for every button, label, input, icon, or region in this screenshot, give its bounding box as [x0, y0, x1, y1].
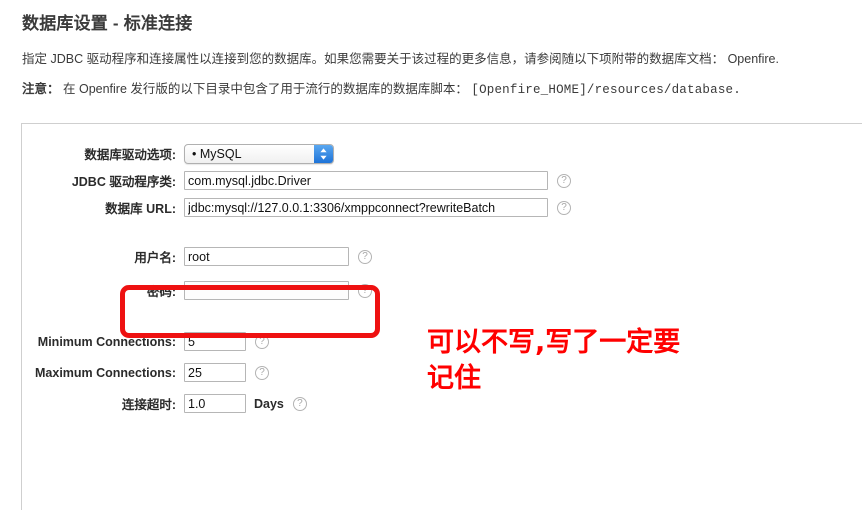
database-url-input[interactable] [184, 198, 548, 217]
row-database-url: 数据库 URL: ? [22, 194, 862, 221]
note-description: 注意： 在 Openfire 发行版的以下目录中包含了用于流行的数据库的数据库脚… [22, 80, 844, 100]
password-input[interactable] [184, 281, 349, 300]
help-icon-driver-class[interactable]: ? [557, 173, 571, 188]
row-max-connections: Maximum Connections: ? [22, 359, 862, 386]
note-label: 注意： [22, 82, 60, 97]
label-min-connections: Minimum Connections: [37, 334, 176, 349]
settings-panel: 数据库驱动选项: • MySQL JDBC 驱动程序类: ? [21, 123, 862, 510]
intro-description: 指定 JDBC 驱动程序和连接属性以连接到您的数据库。如果您需要关于该过程的更多… [22, 52, 779, 67]
page-header: 数据库设置 - 标准连接 指定 JDBC 驱动程序和连接属性以连接到您的数据库。… [0, 0, 862, 100]
help-icon-max-connections[interactable]: ? [255, 365, 269, 380]
row-username: 用户名: ? [22, 243, 862, 270]
row-driver-preset: 数据库驱动选项: • MySQL [22, 140, 862, 167]
row-min-connections: Minimum Connections: ? [22, 328, 862, 355]
help-icon-database-url[interactable]: ? [557, 200, 571, 215]
driver-preset-value: • MySQL [192, 146, 242, 161]
note-text: 在 Openfire 发行版的以下目录中包含了用于流行的数据库的数据库脚本： [63, 82, 468, 97]
help-icon-password[interactable]: ? [358, 283, 372, 298]
driver-class-input[interactable] [184, 171, 548, 190]
chevron-updown-icon[interactable] [314, 144, 333, 163]
driver-preset-select[interactable]: • MySQL [184, 143, 334, 164]
help-icon-min-connections[interactable]: ? [255, 334, 269, 349]
label-password: 密码: [146, 285, 176, 299]
page-title: 数据库设置 - 标准连接 [22, 14, 193, 33]
label-connection-timeout: 连接超时: [121, 398, 176, 412]
label-driver-preset: 数据库驱动选项: [84, 148, 176, 162]
label-max-connections: Maximum Connections: [35, 365, 176, 380]
connection-timeout-unit: Days [254, 396, 284, 411]
min-connections-input[interactable] [184, 332, 246, 351]
help-icon-username[interactable]: ? [358, 249, 372, 264]
username-input[interactable] [184, 247, 349, 266]
label-database-url: 数据库 URL: [105, 202, 176, 216]
connection-timeout-input[interactable] [184, 394, 246, 413]
note-path: [Openfire_HOME]/resources/database. [471, 83, 741, 98]
row-connection-timeout: 连接超时: Days ? [22, 390, 862, 417]
max-connections-input[interactable] [184, 363, 246, 382]
row-driver-class: JDBC 驱动程序类: ? [22, 167, 862, 194]
help-icon-connection-timeout[interactable]: ? [292, 396, 307, 411]
label-username: 用户名: [134, 251, 176, 265]
label-driver-class: JDBC 驱动程序类: [71, 175, 176, 189]
database-settings-form: 数据库驱动选项: • MySQL JDBC 驱动程序类: ? [22, 124, 862, 417]
row-password: 密码: ? [22, 277, 862, 304]
